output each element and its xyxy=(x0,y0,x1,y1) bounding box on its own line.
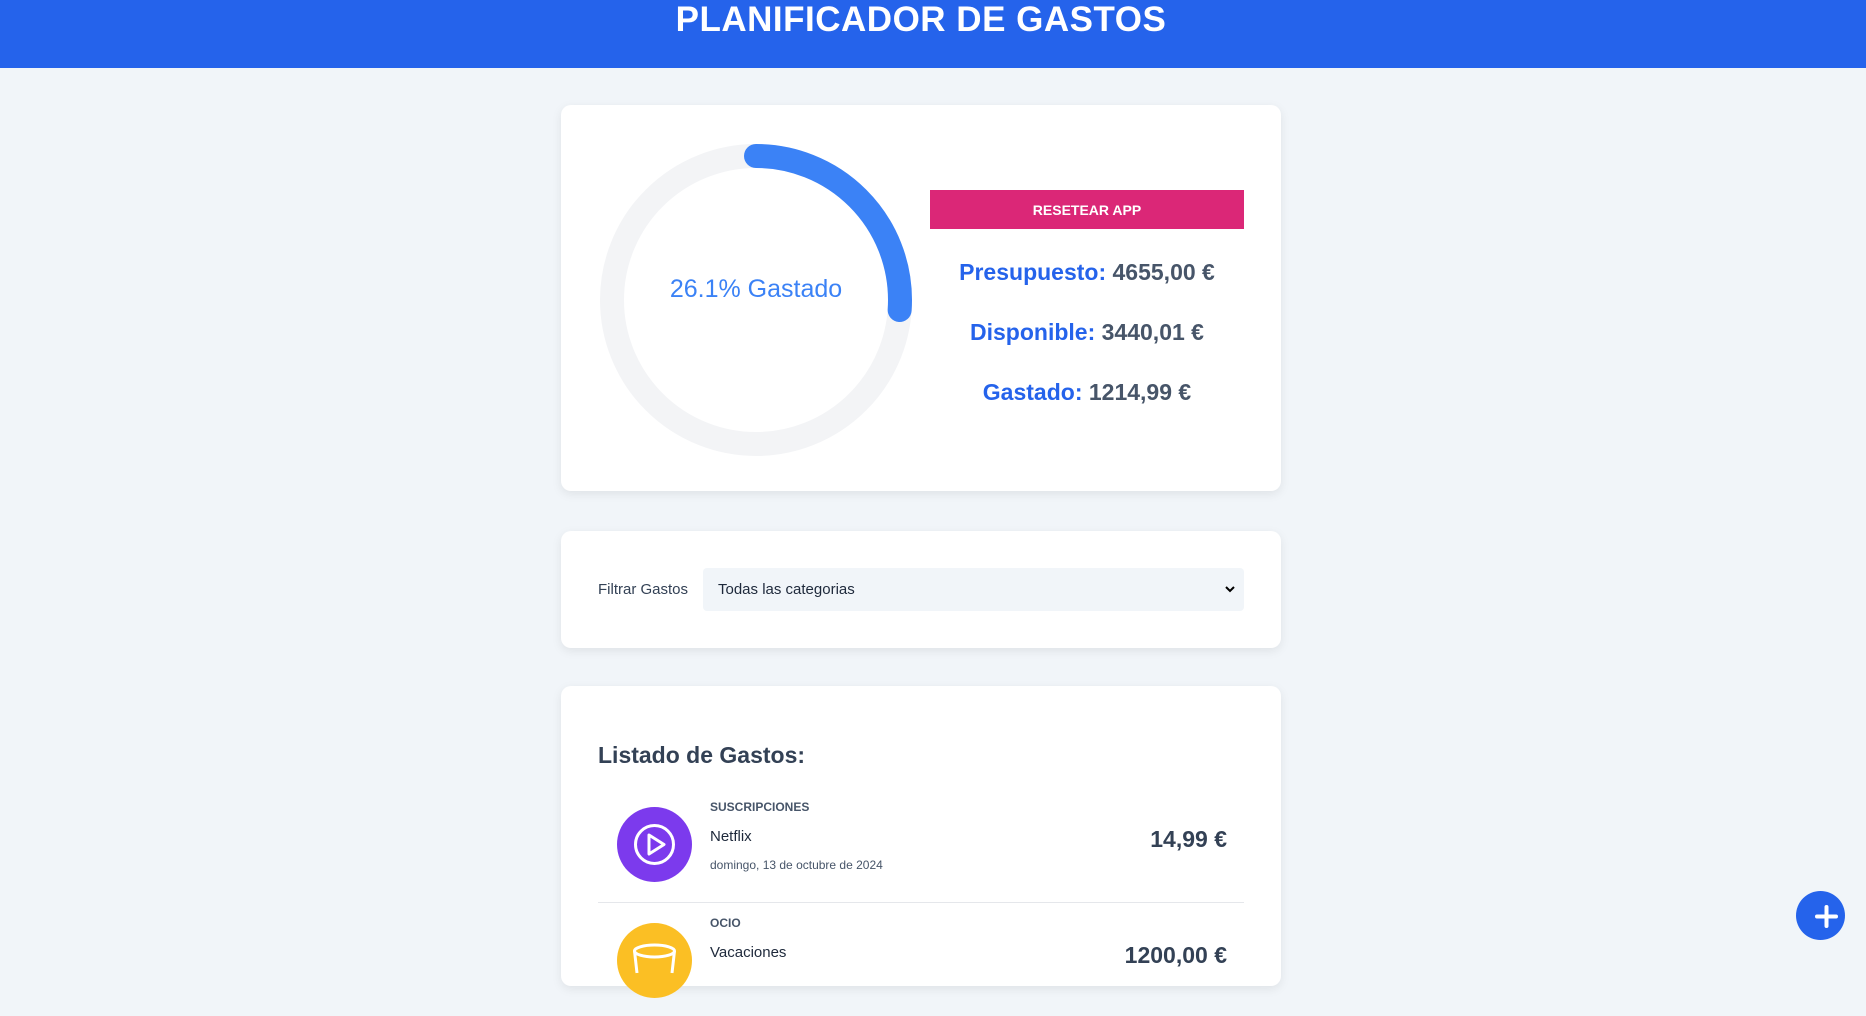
budget-available-label: Disponible: xyxy=(970,319,1096,345)
expense-date: domingo, 13 de octubre de 2024 xyxy=(710,858,883,872)
app-header: PLANIFICADOR DE GASTOS xyxy=(0,0,1866,68)
expense-list-title: Listado de Gastos: xyxy=(598,742,806,768)
leisure-icon xyxy=(617,923,692,998)
filter-card: Filtrar Gastos Todas las categorias xyxy=(561,531,1281,648)
category-filter-select[interactable]: Todas las categorias xyxy=(703,568,1244,611)
category-filter-value: Todas las categorias xyxy=(718,581,855,598)
budget-card: 26.1% Gastado RESETEAR APP Presupuesto: … xyxy=(561,105,1281,491)
app-title: PLANIFICADOR DE GASTOS xyxy=(675,0,1167,39)
budget-available-value: 3440,01 € xyxy=(1101,319,1204,345)
budget-total-label: Presupuesto: xyxy=(959,259,1107,285)
expense-amount: 14,99 € xyxy=(1150,826,1227,852)
expense-list-card: Listado de Gastos: SUSCRIPCIONES Netflix… xyxy=(561,686,1281,998)
reset-app-button[interactable]: RESETEAR APP xyxy=(930,190,1244,229)
add-expense-button[interactable] xyxy=(1796,891,1845,940)
expense-item[interactable]: OCIO Vacaciones 1200,00 € xyxy=(598,916,1244,1016)
budget-spent-value: 1214,99 € xyxy=(1088,379,1192,405)
budget-total-value: 4655,00 € xyxy=(1112,259,1215,285)
expense-item[interactable]: SUSCRIPCIONES Netflix domingo, 13 de oct… xyxy=(598,800,1244,903)
budget-total: Presupuesto: 4655,00 € xyxy=(930,259,1244,286)
budget-spent: Gastado: 1214,99 € xyxy=(930,379,1244,406)
budget-available: Disponible: 3440,01 € xyxy=(930,319,1244,346)
expense-name: Netflix xyxy=(710,828,752,845)
chevron-down-icon xyxy=(1224,568,1236,628)
expense-name: Vacaciones xyxy=(710,944,787,961)
spent-percent-label: 26.1% Gastado xyxy=(669,275,843,303)
budget-spent-label: Gastado: xyxy=(982,379,1083,405)
filter-label: Filtrar Gastos xyxy=(598,581,689,598)
expense-category: SUSCRIPCIONES xyxy=(710,800,810,814)
plus-icon xyxy=(1815,905,1838,928)
play-icon xyxy=(617,807,692,882)
expense-category: OCIO xyxy=(710,916,741,930)
